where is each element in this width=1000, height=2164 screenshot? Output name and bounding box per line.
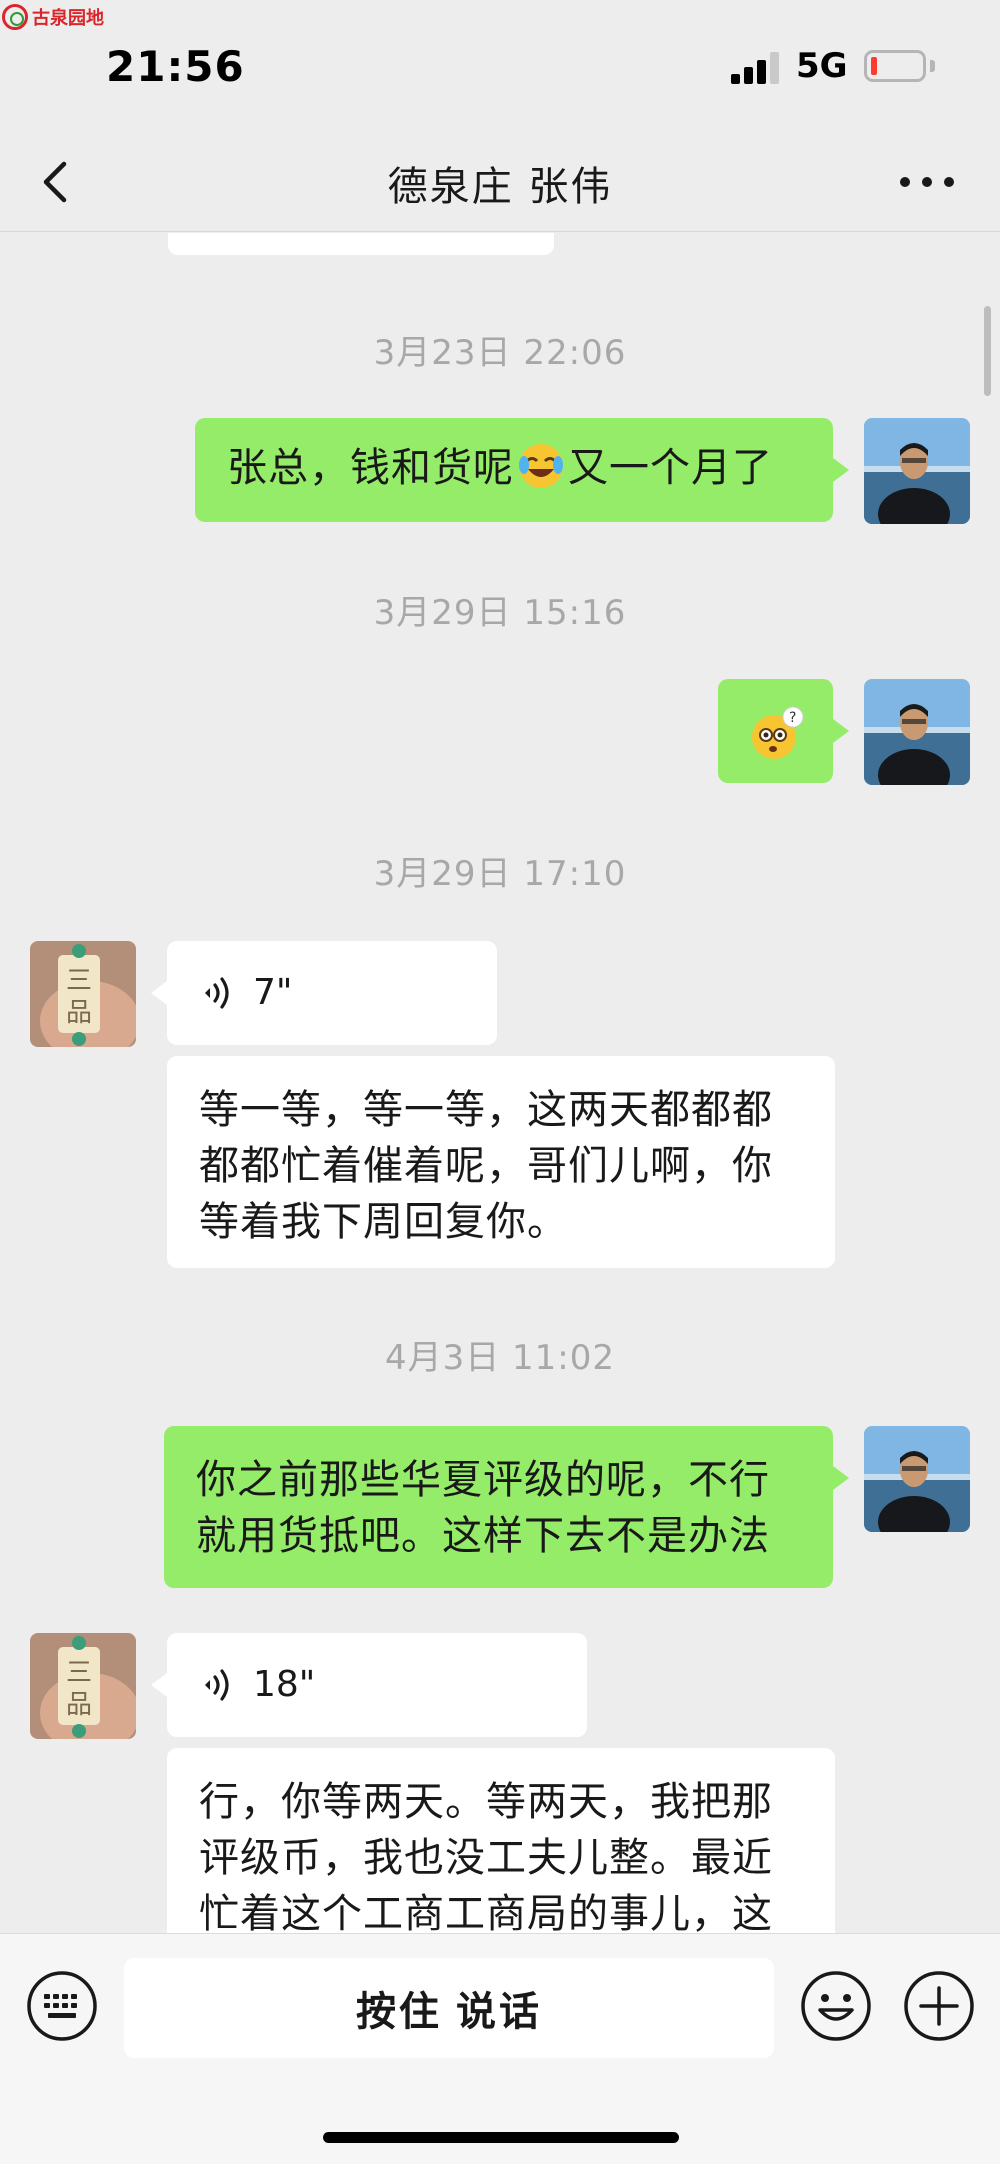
chat-screen: 古泉园地 21:56 5G 德泉庄 张伟 3月23日 22:06 张总，钱和货呢 [0,0,1000,2164]
voice-duration: 18" [253,1664,316,1705]
previous-message-bubble[interactable] [168,233,554,255]
battery-icon [864,50,926,82]
voice-wave-icon [205,977,229,1009]
svg-text:?: ? [789,710,797,726]
message-list[interactable]: 3月23日 22:06 张总，钱和货呢 又一个月了 3月29日 15:16 ? … [0,233,1000,1933]
message-text: 你之前那些华夏评级的呢，不行就用货抵吧。这样下去不是办法 [196,1457,770,1559]
svg-text:品: 品 [66,1690,92,1720]
my-avatar[interactable] [864,679,970,785]
timestamp: 3月29日 17:10 [373,854,627,894]
my-message-bubble[interactable]: 张总，钱和货呢 又一个月了 [195,418,849,522]
signal-strength-icon [731,52,781,84]
home-indicator[interactable] [323,2132,679,2143]
voice-message-bubble[interactable]: 18" [151,1633,587,1737]
status-bar: 21:56 5G [0,0,1000,132]
my-avatar-photo [864,1426,970,1532]
status-time: 21:56 [106,42,245,91]
input-bar: 按住 说话 [0,1933,1000,2164]
chat-title: 德泉庄 张伟 [387,164,613,210]
more-options-icon[interactable] [900,172,954,192]
hold-to-talk-button[interactable]: 按住 说话 [124,1958,774,2058]
contact-message-bubble[interactable]: 等一等，等一等，这两天都都都都都忙着催着呢，哥们儿啊，你等着我下周回复你。 [167,1056,835,1268]
watermark: 古泉园地 [2,4,104,30]
crying-laughing-emoji-icon [519,444,563,488]
contact-avatar[interactable]: 三 品 [30,941,136,1047]
message-text: 等一等，等一等，这两天都都都都都忙着催着呢，哥们儿啊，你等着我下周回复你。 [199,1087,773,1245]
watermark-logo-icon [2,4,28,30]
timestamp: 4月3日 11:02 [384,1338,616,1378]
contact-message-bubble[interactable]: 行，你等两天。等两天，我把那评级币，我也没工夫儿整。最近忙着这个工商工商局的事儿… [167,1748,835,1933]
my-avatar-photo [864,679,970,785]
battery-cap [930,60,935,72]
watermark-text: 古泉园地 [32,8,104,29]
timestamp: 3月29日 15:16 [373,593,627,633]
svg-text:三: 三 [66,1658,92,1688]
my-avatar-photo [864,418,970,524]
timestamp: 3月23日 22:06 [373,333,627,373]
contact-avatar[interactable]: 三 品 [30,1633,136,1739]
message-text: 行，你等两天。等两天，我把那评级币，我也没工夫儿整。最近忙着这个工商工商局的事儿… [199,1779,773,1933]
voice-message-bubble[interactable]: 7" [151,941,497,1045]
svg-text:三: 三 [66,966,92,996]
message-text: 又一个月了 [568,445,773,491]
my-sticker-bubble[interactable]: ? [718,679,849,783]
nav-bar: 德泉庄 张伟 [0,132,1000,232]
voice-wave-icon [205,1669,229,1701]
message-text: 张总，钱和货呢 [227,445,514,491]
more-functions-plus-icon[interactable] [903,1970,975,2042]
contact-avatar-photo: 三 品 [30,1633,136,1739]
confused-face-emoji-icon: ? [752,706,804,759]
svg-text:品: 品 [66,998,92,1028]
voice-duration: 7" [253,972,293,1013]
keyboard-toggle-icon[interactable] [26,1970,98,2042]
my-avatar[interactable] [864,418,970,524]
my-message-bubble[interactable]: 你之前那些华夏评级的呢，不行就用货抵吧。这样下去不是办法 [164,1426,849,1588]
network-type: 5G [796,46,848,86]
my-avatar[interactable] [864,1426,970,1532]
emoji-picker-icon[interactable] [800,1970,872,2042]
contact-avatar-photo: 三 品 [30,941,136,1047]
